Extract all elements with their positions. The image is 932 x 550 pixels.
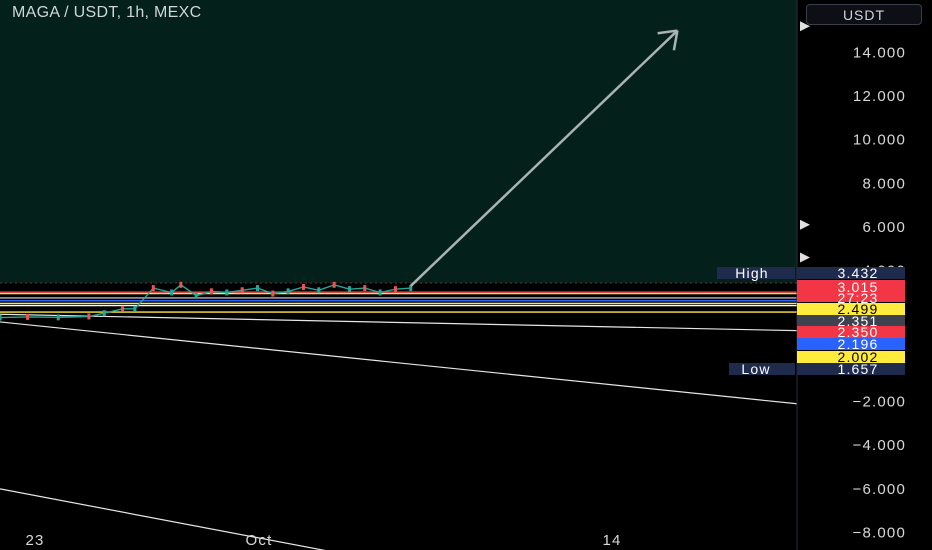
y-tick-label: 14.000 bbox=[853, 44, 906, 61]
candle bbox=[56, 314, 60, 321]
x-tick-label: Oct bbox=[246, 532, 273, 549]
trend-lines bbox=[0, 313, 798, 550]
candle bbox=[301, 284, 305, 291]
trend-line[interactable] bbox=[0, 488, 380, 550]
symbol-title[interactable]: MAGA / USDT, 1h, MEXC bbox=[12, 4, 201, 22]
candle bbox=[210, 288, 214, 295]
candle bbox=[378, 289, 382, 296]
x-tick-label: 23 bbox=[25, 532, 44, 549]
currency-button[interactable]: USDT bbox=[806, 4, 922, 25]
upper-zone bbox=[0, 0, 797, 284]
candle bbox=[271, 290, 275, 297]
candle bbox=[363, 285, 367, 292]
time-axis[interactable]: 23 Oct 14 bbox=[25, 532, 621, 549]
price-tag-label: 1.657 bbox=[837, 361, 878, 377]
trend-line[interactable] bbox=[0, 313, 798, 332]
low-caption: Low bbox=[741, 361, 770, 377]
candle bbox=[151, 285, 155, 292]
y-tick-label: 10.000 bbox=[853, 132, 906, 149]
candle bbox=[347, 286, 351, 293]
candle bbox=[317, 287, 321, 294]
high-caption: High bbox=[735, 265, 769, 281]
trend-line[interactable] bbox=[0, 321, 798, 405]
candle bbox=[87, 313, 91, 320]
candle bbox=[133, 305, 137, 312]
candle bbox=[194, 292, 198, 299]
candle bbox=[102, 310, 106, 317]
candle bbox=[179, 281, 183, 288]
candle bbox=[393, 286, 397, 293]
candle bbox=[121, 305, 125, 312]
candle bbox=[332, 281, 336, 288]
y-tick-label: −8.000 bbox=[853, 525, 907, 542]
y-tick-label: 12.000 bbox=[853, 88, 906, 105]
candle bbox=[255, 285, 259, 292]
y-tick-label: 6.000 bbox=[862, 219, 906, 236]
y-tick-label: 8.000 bbox=[862, 175, 906, 192]
candle bbox=[225, 289, 229, 296]
candle bbox=[286, 288, 290, 295]
zone-fill bbox=[0, 0, 797, 284]
candle bbox=[0, 314, 2, 321]
candle bbox=[170, 289, 174, 296]
y-tick-label: −4.000 bbox=[853, 437, 907, 454]
y-tick-label: −2.000 bbox=[853, 394, 907, 411]
x-tick-label: 14 bbox=[602, 532, 621, 549]
candle bbox=[26, 313, 30, 320]
price-chart[interactable]: 14.00012.00010.0008.0006.0004.000−2.000−… bbox=[0, 0, 932, 550]
candle bbox=[240, 287, 244, 294]
y-tick-label: −6.000 bbox=[853, 481, 907, 498]
